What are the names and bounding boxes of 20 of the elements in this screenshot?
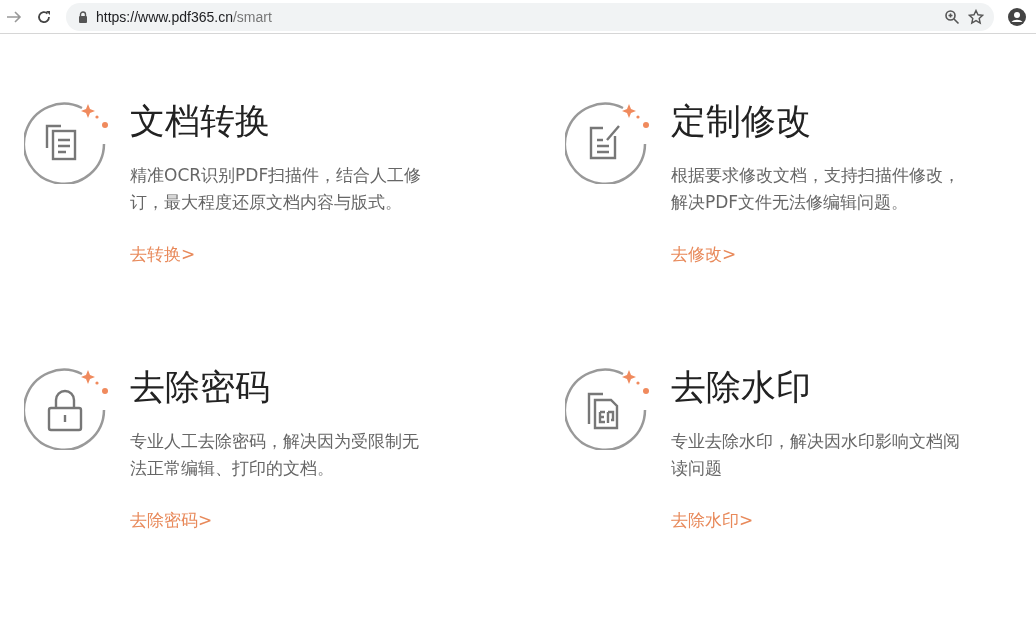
lock-icon (78, 10, 88, 23)
forward-arrow-icon[interactable] (6, 8, 22, 25)
zoom-icon[interactable] (944, 8, 960, 25)
feature-title: 去除密码 (130, 366, 271, 408)
address-bar[interactable]: https://www.pdf365.cn/smart (66, 2, 994, 31)
feature-description: 根据要求修改文档，支持扫描件修改，解决PDF文件无法修编辑问题。 (671, 164, 961, 214)
feature-description: 专业去除水印，解决因水印影响文档阅读问题 (671, 430, 961, 480)
feature-link[interactable]: 去转换> (130, 243, 430, 266)
reload-icon[interactable] (36, 8, 52, 25)
feature-description: 精准OCR识别PDF扫描件，结合人工修订，最大程度还原文档内容与版式。 (130, 164, 423, 214)
feature-title: 去除水印 (671, 366, 812, 408)
feature-description: 专业人工去除密码，解决因为受限制无法正常编辑、打印的文档。 (130, 430, 420, 480)
feature-title: 定制修改 (671, 100, 812, 142)
feature-link[interactable]: 去除水印> (671, 509, 971, 532)
feature-link[interactable]: 去除密码> (130, 509, 430, 532)
star-icon[interactable] (968, 8, 984, 25)
feature-link[interactable]: 去修改> (671, 243, 971, 266)
url-text: https://www.pdf365.cn/smart (96, 8, 273, 25)
account-icon[interactable] (1008, 7, 1026, 26)
feature-title: 文档转换 (130, 100, 271, 142)
